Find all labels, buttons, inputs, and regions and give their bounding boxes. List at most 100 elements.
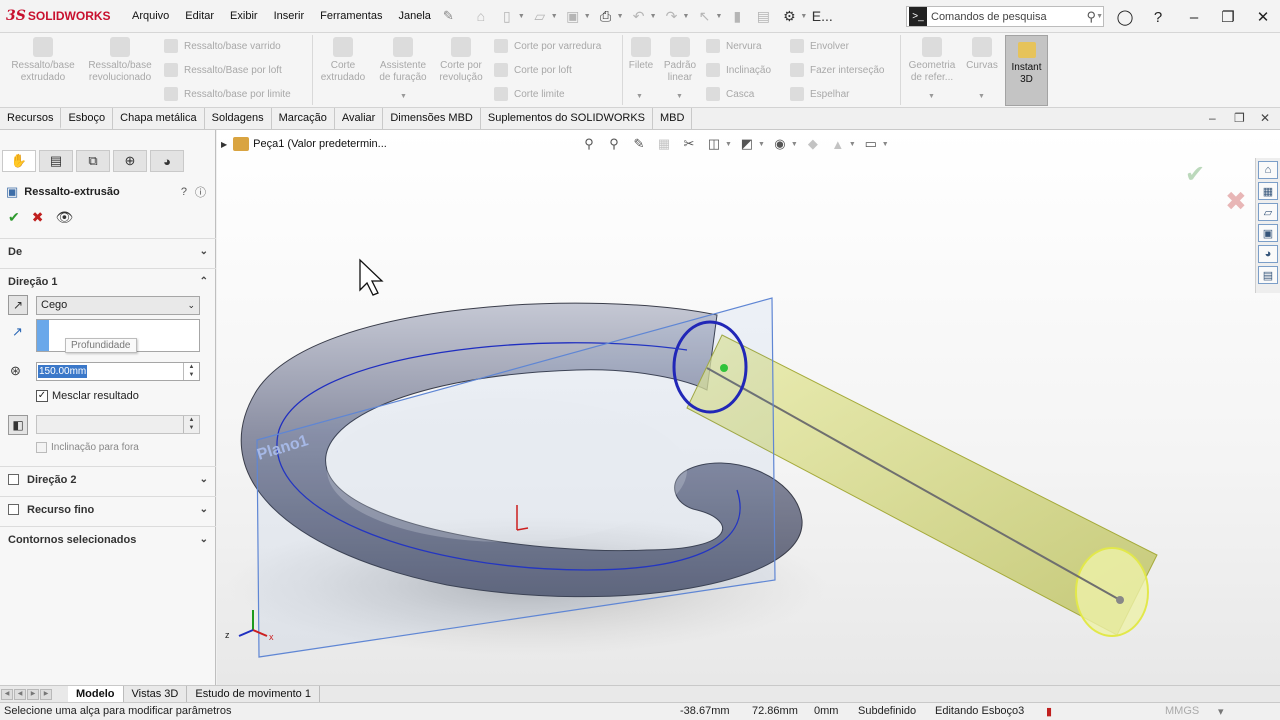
chevron-down-icon[interactable]: ▼ (928, 93, 935, 100)
graphics-area[interactable]: ▶ Peça1 (Valor predetermin... ⚲ ⚲ ✎ ▦ ✂ … (217, 130, 1280, 685)
close-icon[interactable]: ✕ (1252, 6, 1274, 28)
draft-on-off-icon[interactable]: ◧ (8, 415, 28, 435)
display-manager-tab-icon[interactable]: ◕ (150, 150, 184, 172)
tab-suplementos[interactable]: Suplementos do SOLIDWORKS (481, 108, 653, 129)
tab-modelo[interactable]: Modelo (68, 686, 124, 702)
ok-check-icon[interactable]: ✔ (8, 209, 20, 226)
help-icon[interactable]: ? (1147, 6, 1169, 28)
units-indicator[interactable]: MMGS (1165, 705, 1199, 717)
extruded-cut-button[interactable]: Corte extrudado (316, 37, 370, 84)
revolve-boss-button[interactable]: Ressalto/base revolucionado (84, 37, 156, 84)
shell-button[interactable]: Casca (706, 87, 754, 101)
property-manager-tab-icon[interactable]: ▤ (39, 150, 73, 172)
print-icon[interactable]: ⎙ (595, 5, 617, 27)
swept-cut-button[interactable]: Corte por varredura (494, 39, 601, 53)
view-palette-icon[interactable]: ▣ (1258, 224, 1278, 242)
custom-properties-icon[interactable]: ▤ (1258, 266, 1278, 284)
restore-icon[interactable]: ❐ (1217, 6, 1239, 28)
tab-vistas-3d[interactable]: Vistas 3D (124, 686, 188, 702)
loft-boss-button[interactable]: Ressalto/Base por loft (164, 63, 282, 77)
chevron-down-icon[interactable]: ▼ (400, 93, 407, 100)
boundary-cut-button[interactable]: Corte limite (494, 87, 565, 101)
appearances-icon[interactable]: ◕ (1258, 245, 1278, 263)
chevron-down-icon[interactable]: ▼ (650, 13, 657, 20)
search-icon[interactable]: ⚲ (1087, 9, 1097, 25)
menu-janela[interactable]: Janela (390, 0, 438, 33)
solidworks-resources-icon[interactable]: ⌂ (1258, 161, 1278, 179)
chevron-down-icon[interactable]: ▼ (551, 13, 558, 20)
user-account-icon[interactable]: ◯ (1114, 6, 1136, 28)
chevron-down-icon[interactable]: ▼ (978, 93, 985, 100)
redo-icon[interactable]: ↷ (661, 5, 683, 27)
doc-close-icon[interactable]: ✕ (1260, 111, 1270, 125)
home-icon[interactable]: ⌂ (470, 5, 492, 27)
chevron-down-icon[interactable]: ▼ (800, 13, 807, 20)
search-input[interactable]: Comandos de pesquisa (931, 11, 1087, 23)
more-menu-icon[interactable]: E... (811, 5, 833, 27)
menu-arquivo[interactable]: Arquivo (124, 0, 177, 33)
checkbox-icon[interactable] (8, 504, 19, 515)
tab-estudo-movimento[interactable]: Estudo de movimento 1 (187, 686, 320, 702)
file-explorer-icon[interactable]: ▱ (1258, 203, 1278, 221)
options-gear-icon[interactable]: ⚙ (778, 5, 800, 27)
instant3d-button[interactable]: Instant 3D (1005, 35, 1048, 106)
chevron-down-icon[interactable]: ▼ (676, 93, 683, 100)
menu-exibir[interactable]: Exibir (222, 0, 266, 33)
revolved-cut-button[interactable]: Corte por revolução (434, 37, 488, 84)
intersect-button[interactable]: Fazer interseção (790, 63, 884, 77)
command-search[interactable]: >_ Comandos de pesquisa ⚲ ▼ (906, 6, 1104, 27)
save-icon[interactable]: ▣ (562, 5, 584, 27)
cancel-x-icon[interactable]: ✖ (32, 209, 44, 226)
configuration-manager-tab-icon[interactable]: ⧉ (76, 150, 110, 172)
checkbox-icon[interactable] (8, 474, 19, 485)
section-direction1[interactable]: Direção 1 ⌃ (0, 268, 216, 294)
customize-icon[interactable]: ▾ (1218, 705, 1224, 718)
section-thin-feature[interactable]: Recurso fino ⌄ (0, 496, 216, 522)
doc-restore-icon[interactable]: ❐ (1234, 111, 1245, 125)
help-icon[interactable]: ⓘ (195, 184, 206, 200)
section-selected-contours[interactable]: Contornos selecionados ⌄ (0, 526, 216, 552)
new-document-icon[interactable]: ▯ (496, 5, 518, 27)
swept-boss-button[interactable]: Ressalto/base varrido (164, 39, 281, 53)
rib-button[interactable]: Nervura (706, 39, 762, 53)
depth-spinner[interactable]: ▲ ▼ (183, 363, 199, 380)
merge-result-checkbox[interactable]: ✓ Mesclar resultado (36, 390, 139, 402)
chevron-down-icon[interactable]: ▼ (1096, 13, 1103, 20)
draft-button[interactable]: Inclinação (706, 63, 771, 77)
extrude-boss-button[interactable]: Ressalto/base extrudado (8, 37, 78, 84)
rebuild-indicator-icon[interactable]: ▮ (1046, 705, 1052, 718)
reference-geometry-button[interactable]: Geometria de refer... (904, 37, 960, 84)
chevron-down-icon[interactable]: ▼ (518, 13, 525, 20)
tab-recursos[interactable]: Recursos (0, 108, 62, 129)
depth-input[interactable]: 150.00mm ▲ ▼ (36, 362, 200, 381)
mirror-button[interactable]: Espelhar (790, 87, 849, 101)
menu-inserir[interactable]: Inserir (266, 0, 313, 33)
fillet-button[interactable]: Filete (626, 37, 656, 72)
chevron-down-icon[interactable]: ▼ (715, 13, 722, 20)
pin-icon[interactable]: ✎ (443, 8, 454, 24)
extrude-end-cap[interactable] (1075, 547, 1149, 637)
chevron-down-icon[interactable]: ▼ (617, 13, 624, 20)
wrap-button[interactable]: Envolver (790, 39, 849, 53)
open-folder-icon[interactable]: ▱ (529, 5, 551, 27)
select-pointer-icon[interactable]: ↖ (693, 5, 715, 27)
menu-editar[interactable]: Editar (177, 0, 222, 33)
draft-spinner[interactable]: ▲ ▼ (183, 416, 199, 433)
dimxpert-manager-tab-icon[interactable]: ⊕ (113, 150, 147, 172)
design-library-icon[interactable]: ▦ (1258, 182, 1278, 200)
undo-icon[interactable]: ↶ (628, 5, 650, 27)
rebuild-icon[interactable]: ▮ (726, 5, 748, 27)
curves-button[interactable]: Curvas (964, 37, 1000, 72)
feature-manager-tab-icon[interactable]: ✋ (2, 150, 36, 172)
linear-pattern-button[interactable]: Padrão linear (660, 37, 700, 84)
tab-soldagens[interactable]: Soldagens (205, 108, 272, 129)
confirm-corner-cancel-icon[interactable]: ✖ (1225, 186, 1247, 217)
hole-wizard-button[interactable]: Assistente de furação (374, 37, 432, 84)
whats-wrong-help-icon[interactable]: ? (181, 186, 187, 198)
tab-esboco[interactable]: Esboço (61, 108, 114, 129)
chevron-down-icon[interactable]: ▼ (584, 13, 591, 20)
draft-angle-input[interactable]: ▲ ▼ (36, 415, 200, 434)
reverse-direction-icon[interactable]: ↗ (8, 295, 28, 315)
tab-marcacao[interactable]: Marcação (272, 108, 335, 129)
draft-outward-checkbox[interactable]: Inclinação para fora (36, 442, 139, 453)
